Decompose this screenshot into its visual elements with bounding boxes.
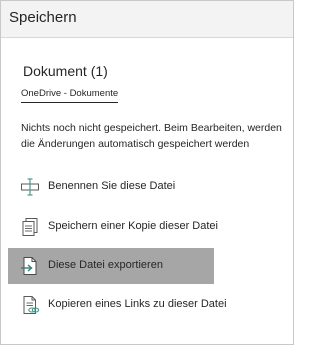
export-file-label: Diese Datei exportieren — [48, 259, 163, 271]
copy-link-label: Kopieren eines Links zu dieser Datei — [48, 298, 227, 310]
save-status-text: Nichts noch nicht gespeichert. Beim Bear… — [21, 122, 282, 150]
panel-header: Speichern — [1, 1, 293, 38]
rename-icon — [20, 177, 40, 197]
save-panel: Speichern OneDrive - Dokumente Nichts no… — [0, 0, 294, 345]
panel-title: Speichern — [9, 9, 77, 26]
rename-file-button[interactable]: Benennen Sie diese Datei — [8, 169, 214, 205]
document-name-field[interactable] — [21, 61, 271, 81]
copy-link-button[interactable]: Kopieren eines Links zu dieser Datei — [8, 287, 227, 323]
export-file-button[interactable]: Diese Datei exportieren — [8, 248, 214, 284]
save-copy-button[interactable]: Speichern einer Kopie dieser Datei — [8, 209, 218, 245]
document-location-link[interactable]: OneDrive - Dokumente — [21, 88, 119, 103]
export-icon — [20, 256, 40, 276]
rename-file-label: Benennen Sie diese Datei — [48, 180, 176, 192]
save-copy-icon — [20, 217, 40, 237]
save-copy-label: Speichern einer Kopie dieser Datei — [48, 220, 218, 232]
copy-link-icon — [20, 295, 40, 315]
